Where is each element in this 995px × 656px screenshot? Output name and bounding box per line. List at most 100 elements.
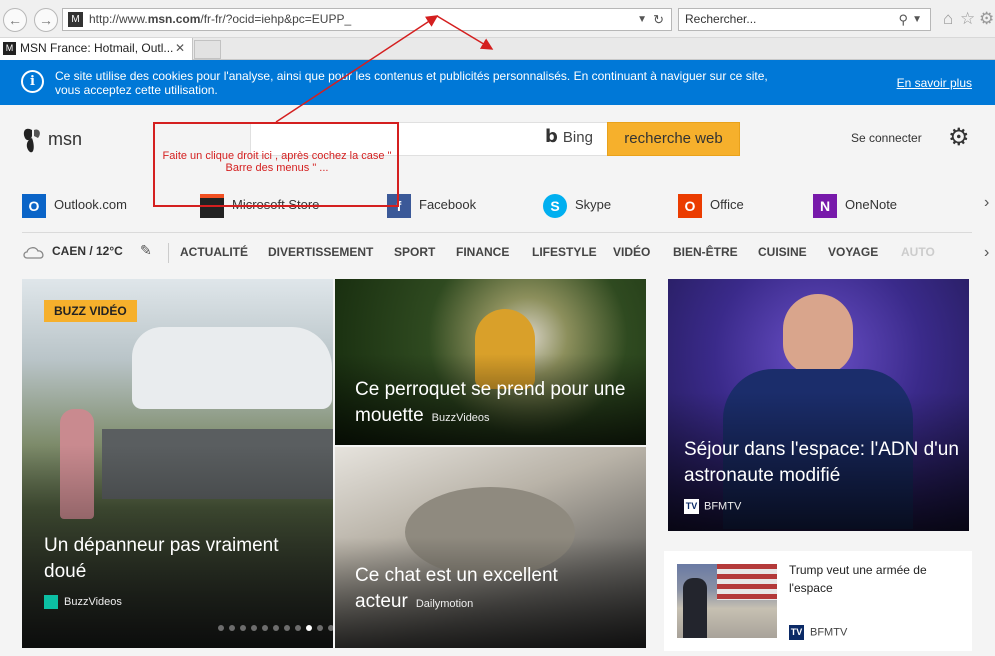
side-news-source: TV BFMTV xyxy=(789,625,847,640)
carousel-dot[interactable] xyxy=(262,625,268,631)
bing-label: b Bing xyxy=(545,126,593,147)
tab-msn[interactable]: M MSN France: Hotmail, Outl... ✕ xyxy=(0,38,193,60)
weather-widget[interactable]: CAEN / 12°C xyxy=(22,244,123,259)
nav-actualite[interactable]: ACTUALITÉ xyxy=(180,245,248,259)
msn-header: msn b Bing recherche web Se connecter ⚙ xyxy=(0,105,995,176)
nav-sport[interactable]: SPORT xyxy=(394,245,435,259)
nav-divertissement[interactable]: DIVERTISSEMENT xyxy=(268,245,373,259)
msn-favicon-icon: M xyxy=(68,12,83,27)
buzzvideos-icon xyxy=(44,595,58,609)
new-tab-button[interactable] xyxy=(194,40,221,59)
url-prefix: http://www. xyxy=(89,12,148,26)
nav-divider xyxy=(168,243,169,263)
quick-link-office[interactable]: O Office xyxy=(678,193,744,218)
nav-finance[interactable]: FINANCE xyxy=(456,245,509,259)
category-nav: CAEN / 12°C ✎ ACTUALITÉ DIVERTISSEMENT S… xyxy=(22,232,972,272)
carousel-dot-active[interactable] xyxy=(306,625,312,631)
side-news-title[interactable]: Trump veut une armée de l'espace xyxy=(789,561,959,597)
hero-card[interactable]: BUZZ VIDÉO Un dépanneur pas vraiment dou… xyxy=(22,279,333,648)
skype-icon: S xyxy=(543,193,567,218)
msn-logo-text[interactable]: msn xyxy=(48,129,82,150)
sign-in-link[interactable]: Se connecter xyxy=(851,131,922,145)
info-icon: i xyxy=(21,70,44,93)
nav-auto[interactable]: AUTO xyxy=(901,245,935,259)
astronaut-title[interactable]: Séjour dans l'espace: l'ADN d'un astrona… xyxy=(684,437,964,489)
url-path: /fr-fr/?ocid=iehp&pc=EUPP_ xyxy=(200,12,352,26)
quick-links-next-icon[interactable]: › xyxy=(984,194,989,212)
tab-favicon-icon: M xyxy=(3,42,16,55)
cat-title[interactable]: Ce chat est un excellent acteur Dailymoti… xyxy=(355,563,635,617)
carousel-dot[interactable] xyxy=(229,625,235,631)
quick-link-onenote[interactable]: N OneNote xyxy=(813,193,897,218)
search-dropdown-icon[interactable]: ▼ xyxy=(912,9,922,30)
nav-video[interactable]: VIDÉO xyxy=(613,245,650,259)
outlook-icon: O xyxy=(22,193,46,218)
hero-title[interactable]: Un dépanneur pas vraiment doué xyxy=(44,533,314,585)
cat-source: Dailymotion xyxy=(415,598,474,610)
quick-link-skype[interactable]: S Skype xyxy=(543,193,612,218)
parrot-card[interactable]: Ce perroquet se prend pour une mouette Bu… xyxy=(335,279,646,445)
side-news-thumbnail xyxy=(677,564,777,638)
side-news-card[interactable]: Trump veut une armée de l'espace TV BFMTV xyxy=(664,551,972,651)
tab-close-icon[interactable]: ✕ xyxy=(175,38,185,59)
carousel-dot[interactable] xyxy=(295,625,301,631)
car-shape xyxy=(132,327,332,409)
quick-link-label: Skype xyxy=(575,197,612,212)
settings-gear-icon[interactable]: ⚙ xyxy=(948,124,970,152)
quick-link-label: Outlook.com xyxy=(54,197,127,212)
url-field[interactable]: M http://www.msn.com/fr-fr/?ocid=iehp&pc… xyxy=(62,8,672,31)
quick-link-outlook[interactable]: O Outlook.com xyxy=(22,193,127,218)
astronaut-head-shape xyxy=(783,294,853,374)
astronaut-source-text: BFMTV xyxy=(704,500,742,513)
carousel-dot[interactable] xyxy=(284,625,290,631)
hero-source: BuzzVideos xyxy=(44,595,122,609)
bfmtv-icon: TV xyxy=(789,625,804,640)
carousel-dot[interactable] xyxy=(240,625,246,631)
home-icon[interactable]: ⌂ xyxy=(943,9,953,29)
flag-stripes-shape xyxy=(717,564,777,600)
office-icon: O xyxy=(678,193,702,218)
bing-icon: b xyxy=(545,126,558,147)
carousel-dot[interactable] xyxy=(328,625,333,631)
quick-link-label: Office xyxy=(710,197,744,212)
bing-text: Bing xyxy=(562,129,593,146)
learn-more-link[interactable]: En savoir plus xyxy=(897,76,972,90)
annotation-box: Faite un clique droit ici , après cochez… xyxy=(153,122,399,207)
quick-link-facebook[interactable]: f Facebook xyxy=(387,193,476,218)
onenote-icon: N xyxy=(813,193,837,218)
carousel-dot[interactable] xyxy=(317,625,323,631)
nav-cuisine[interactable]: CUISINE xyxy=(758,245,807,259)
buzz-video-badge: BUZZ VIDÉO xyxy=(44,300,137,322)
nav-lifestyle[interactable]: LIFESTYLE xyxy=(532,245,597,259)
url-dropdown-icon[interactable]: ▼ xyxy=(637,9,647,30)
side-news-source-text: BFMTV xyxy=(810,626,848,639)
cloud-icon xyxy=(23,246,44,259)
web-search-button[interactable]: recherche web xyxy=(607,122,740,156)
msn-butterfly-icon xyxy=(23,128,40,153)
cookie-text: Ce site utilise des cookies pour l'analy… xyxy=(55,69,768,97)
weather-text: CAEN / 12°C xyxy=(52,244,123,258)
refresh-icon[interactable]: ↻ xyxy=(653,9,664,30)
parrot-title[interactable]: Ce perroquet se prend pour une mouette Bu… xyxy=(355,377,635,431)
tab-title: MSN France: Hotmail, Outl... xyxy=(20,41,174,55)
person-figure-shape xyxy=(683,578,707,638)
carousel-dot[interactable] xyxy=(251,625,257,631)
astronaut-card[interactable]: Séjour dans l'espace: l'ADN d'un astrona… xyxy=(668,279,969,531)
search-icon[interactable]: ⚲ xyxy=(898,9,908,30)
cookie-banner: i Ce site utilise des cookies pour l'ana… xyxy=(0,60,995,105)
category-next-icon[interactable]: › xyxy=(984,244,989,262)
carousel-dot[interactable] xyxy=(273,625,279,631)
nav-bien-etre[interactable]: BIEN-ÊTRE xyxy=(673,245,738,259)
cat-card[interactable]: Ce chat est un excellent acteur Dailymoti… xyxy=(335,447,646,648)
carousel-dot[interactable] xyxy=(218,625,224,631)
tools-gear-icon[interactable]: ⚙ xyxy=(979,9,994,29)
bfmtv-icon: TV xyxy=(684,499,699,514)
quick-links-bar: O Outlook.com Microsoft Store f Facebook S… xyxy=(0,176,995,232)
back-icon[interactable]: ← xyxy=(3,8,27,32)
edit-pencil-icon[interactable]: ✎ xyxy=(140,242,152,259)
nav-voyage[interactable]: VOYAGE xyxy=(828,245,878,259)
forward-icon[interactable]: → xyxy=(34,8,58,32)
favorites-star-icon[interactable]: ☆ xyxy=(960,9,975,29)
browser-search-field[interactable]: Rechercher... ⚲ ▼ xyxy=(678,8,931,31)
address-bar: ← → M http://www.msn.com/fr-fr/?ocid=ieh… xyxy=(0,0,995,38)
